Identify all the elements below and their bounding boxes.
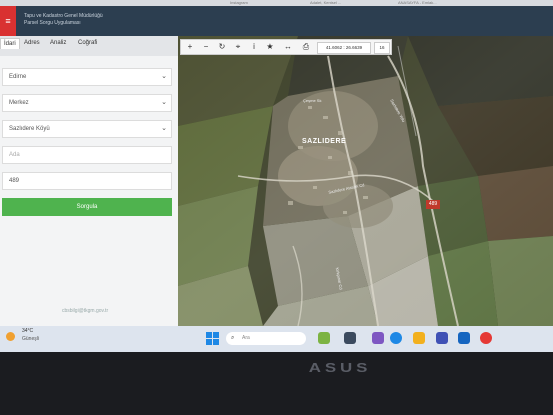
query-sidebar: İdari Adres Analiz Coğrafi Edirne ⌄ Merk…	[0, 36, 179, 326]
edge-icon[interactable]	[390, 332, 402, 344]
app-title: Tapu ve Kadastro Genel Müdürlüğü Parsel …	[24, 13, 103, 27]
browser-tab[interactable]: ANASAYFA - Emlak...	[398, 0, 437, 5]
neighborhood-select[interactable]: Sazlıdere Köyü ⌄	[2, 120, 172, 138]
app-title-line2: Parsel Sorgu Uygulaması	[24, 20, 81, 26]
chevron-down-icon: ⌄	[161, 125, 167, 132]
brand-logo: ASUS	[308, 360, 372, 375]
sun-icon[interactable]	[6, 332, 15, 341]
search-placeholder: Ara	[242, 335, 250, 341]
store-icon[interactable]	[436, 332, 448, 344]
task-view-icon[interactable]	[344, 332, 356, 344]
print-icon[interactable]: ⎙	[299, 40, 313, 54]
parcel-marker[interactable]: 489	[426, 200, 440, 209]
weather-description[interactable]: Güneşli	[22, 336, 39, 342]
mail-icon[interactable]	[458, 332, 470, 344]
search-icon: ⌕	[231, 335, 235, 341]
screen: Instagram Adalet, Kentsel ... ANASAYFA -…	[0, 0, 553, 352]
hamburger-icon[interactable]: ≡	[0, 6, 16, 36]
road-label: Çeşme Sk	[303, 98, 322, 103]
measure-icon[interactable]: ↔	[281, 40, 295, 54]
satellite-map[interactable]: SAZLIDERE Çeşme Sk Sazlıdere Atatürk Cd …	[178, 36, 553, 326]
parcel-input[interactable]: 489	[2, 172, 172, 190]
start-icon[interactable]	[206, 332, 219, 345]
parcel-value: 489	[9, 178, 20, 184]
chevron-down-icon: ⌄	[161, 99, 167, 106]
refresh-icon[interactable]: ↻	[215, 40, 229, 54]
file-explorer-icon[interactable]	[413, 332, 425, 344]
zoom-out-icon[interactable]: −	[199, 40, 213, 54]
browser-tab[interactable]: Adalet, Kentsel ...	[310, 0, 341, 5]
weather-temperature[interactable]: 34°C	[22, 328, 33, 334]
sidebar-tabs: İdari Adres Analiz Coğrafi	[0, 36, 178, 56]
taskbar-search[interactable]: ⌕ Ara	[226, 332, 306, 345]
district-select[interactable]: Merkez ⌄	[2, 94, 172, 112]
tab-cografi[interactable]: Coğrafi	[78, 40, 97, 46]
neighborhood-value: Sazlıdere Köyü	[9, 126, 50, 132]
info-icon[interactable]: i	[247, 40, 261, 54]
province-value: Edirne	[9, 74, 27, 80]
query-button[interactable]: Sorgula	[2, 198, 172, 216]
taskbar: 34°C Güneşli ⌕ Ara	[0, 326, 553, 352]
widgets-icon[interactable]	[318, 332, 330, 344]
star-icon[interactable]: ★	[263, 40, 277, 54]
tab-adres[interactable]: Adres	[24, 40, 40, 46]
teams-icon[interactable]	[372, 332, 384, 344]
province-select[interactable]: Edirne ⌄	[2, 68, 172, 86]
map-toolbar: + − ↻ ⌖ i ★ ↔ ⎙ 41.6062 : 26.6639 16	[180, 39, 392, 55]
locate-icon[interactable]: ⌖	[231, 40, 245, 54]
zoom-in-icon[interactable]: +	[183, 40, 197, 54]
browser-tab[interactable]: Instagram	[230, 0, 248, 5]
chevron-down-icon: ⌄	[161, 73, 167, 80]
district-value: Merkez	[9, 100, 29, 106]
satellite-imagery	[178, 36, 553, 326]
village-label: SAZLIDERE	[302, 138, 347, 145]
tab-analiz[interactable]: Analiz	[50, 40, 66, 46]
block-placeholder: Ada	[9, 152, 20, 158]
contact-email[interactable]: cbsbilgi@tkgm.gov.tr	[62, 308, 108, 314]
coordinate-readout: 41.6062 : 26.6639	[317, 42, 371, 54]
zoom-level: 16	[374, 42, 390, 54]
app-title-line1: Tapu ve Kadastro Genel Müdürlüğü	[24, 13, 103, 19]
tab-idari[interactable]: İdari	[0, 38, 20, 49]
app-header: ≡ Tapu ve Kadastro Genel Müdürlüğü Parse…	[0, 6, 553, 36]
chrome-icon[interactable]	[480, 332, 492, 344]
block-input[interactable]: Ada	[2, 146, 172, 164]
